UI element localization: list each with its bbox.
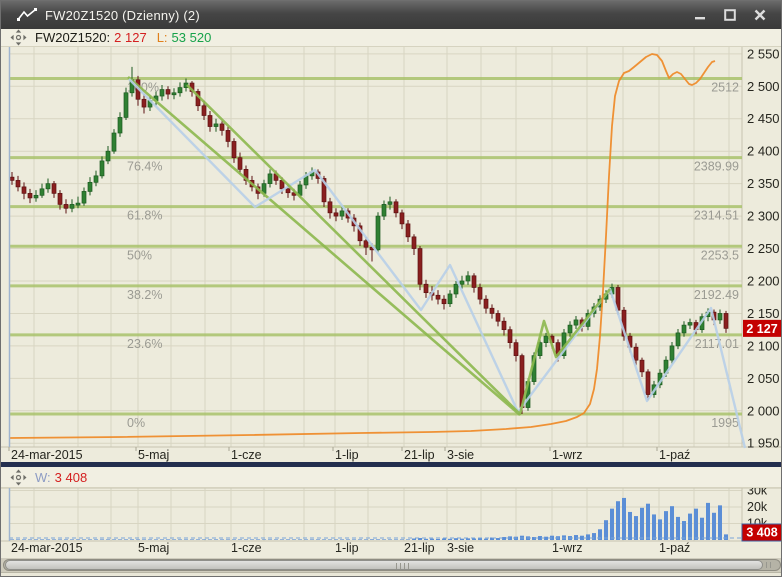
scrollbar-end-grip-icon: [766, 562, 774, 568]
svg-text:2 127: 2 127: [746, 322, 777, 336]
open-interest-label: L:: [156, 30, 168, 45]
scrollbar-grip-icon: [396, 563, 410, 569]
svg-text:2389.99: 2389.99: [694, 160, 739, 174]
svg-text:30k: 30k: [747, 488, 768, 498]
svg-text:1-paź: 1-paź: [659, 541, 690, 555]
minimize-button[interactable]: [691, 7, 709, 23]
volume-value: 3 408: [54, 469, 88, 485]
svg-text:50%: 50%: [127, 248, 152, 262]
svg-text:2 450: 2 450: [747, 111, 780, 126]
svg-text:1-lip: 1-lip: [335, 541, 359, 555]
svg-text:2 500: 2 500: [747, 79, 780, 94]
open-interest-value: 53 520: [171, 30, 212, 45]
svg-text:0%: 0%: [127, 416, 145, 430]
svg-text:1-lip: 1-lip: [335, 448, 359, 462]
last-price-value: 2 127: [114, 30, 147, 45]
scrollbar-track[interactable]: [3, 559, 781, 571]
main-panel-header: FW20Z1520: 2 127 L: 53 520: [1, 29, 781, 47]
pan-handle-icon[interactable]: [10, 29, 27, 46]
maximize-button[interactable]: [721, 7, 739, 23]
svg-text:3-sie: 3-sie: [447, 541, 474, 555]
svg-text:24-mar-2015: 24-mar-2015: [11, 541, 83, 555]
svg-text:2512: 2512: [711, 81, 739, 95]
svg-text:1-wrz: 1-wrz: [552, 448, 583, 462]
svg-text:1-cze: 1-cze: [231, 448, 262, 462]
main-price-chart[interactable]: 100% 251276.4% 2389.9961.8% 2314.5150% 2253.…: [1, 47, 782, 462]
svg-text:24-mar-2015: 24-mar-2015: [11, 448, 83, 462]
svg-text:2 000: 2 000: [747, 403, 780, 418]
svg-text:2 250: 2 250: [747, 241, 780, 256]
volume-panel-header: W: 3 408: [1, 467, 781, 488]
svg-text:2 550: 2 550: [747, 47, 780, 61]
svg-text:1-cze: 1-cze: [231, 541, 262, 555]
svg-text:1-paź: 1-paź: [659, 448, 690, 462]
svg-text:2314.51: 2314.51: [694, 209, 739, 223]
volume-chart[interactable]: 30k20k10k24-mar-20155-maj1-cze1-lip21-li…: [1, 488, 782, 558]
pan-handle-icon[interactable]: [10, 469, 27, 486]
window-title: FW20Z1520 (Dzienny) (2): [45, 7, 200, 23]
symbol-label: FW20Z1520:: [35, 30, 111, 45]
svg-text:2 200: 2 200: [747, 273, 780, 288]
close-button[interactable]: [751, 7, 769, 23]
svg-text:2 050: 2 050: [747, 371, 780, 386]
svg-text:1-wrz: 1-wrz: [552, 541, 583, 555]
svg-text:1995: 1995: [711, 416, 739, 430]
volume-label: W:: [35, 469, 51, 485]
svg-text:38.2%: 38.2%: [127, 288, 162, 302]
svg-text:21-lip: 21-lip: [404, 448, 435, 462]
svg-text:21-lip: 21-lip: [404, 541, 435, 555]
next-panel-sliver: [1, 572, 781, 576]
svg-text:2253.5: 2253.5: [701, 248, 739, 262]
svg-text:2 300: 2 300: [747, 209, 780, 224]
svg-text:23.6%: 23.6%: [127, 337, 162, 351]
chart-window: FW20Z1520 (Dzienny) (2) FW20Z1520: 2 127…: [0, 0, 782, 577]
svg-text:20k: 20k: [747, 500, 768, 514]
scrollbar-thumb[interactable]: [5, 560, 763, 570]
svg-text:2 150: 2 150: [747, 306, 780, 321]
svg-text:2 350: 2 350: [747, 176, 780, 191]
svg-text:76.4%: 76.4%: [127, 160, 162, 174]
svg-text:2192.49: 2192.49: [694, 288, 739, 302]
last-price-badge: 2 127: [743, 319, 781, 337]
line-chart-icon: [15, 6, 39, 24]
svg-text:2 400: 2 400: [747, 144, 780, 159]
svg-text:5-maj: 5-maj: [138, 541, 169, 555]
svg-text:5-maj: 5-maj: [138, 448, 169, 462]
volume-badge: 3 408: [741, 523, 781, 542]
horizontal-scrollbar[interactable]: [1, 558, 781, 572]
svg-text:61.8%: 61.8%: [127, 209, 162, 223]
svg-text:2117.01: 2117.01: [695, 337, 739, 351]
svg-text:3 408: 3 408: [746, 526, 777, 540]
window-titlebar[interactable]: FW20Z1520 (Dzienny) (2): [1, 1, 781, 29]
svg-text:1 950: 1 950: [747, 436, 780, 451]
svg-text:2 100: 2 100: [747, 338, 780, 353]
svg-text:3-sie: 3-sie: [447, 448, 474, 462]
